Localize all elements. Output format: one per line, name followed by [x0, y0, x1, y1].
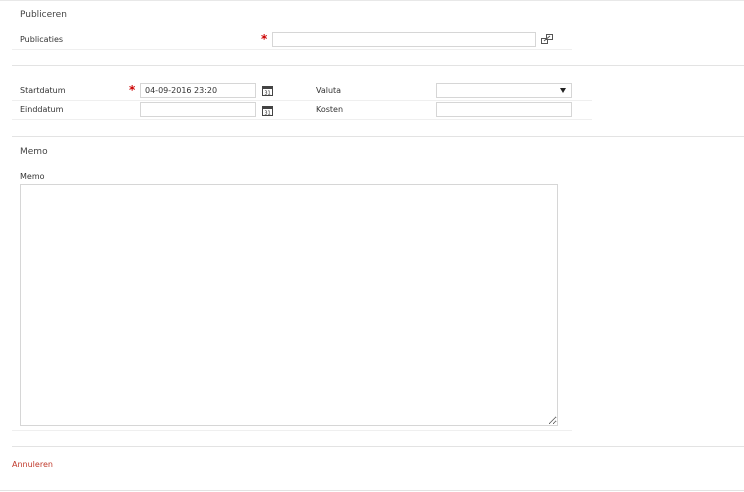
memo-textarea[interactable]	[20, 184, 558, 426]
end-date-label: Einddatum	[20, 105, 64, 114]
publications-row-divider	[12, 49, 572, 50]
publications-input[interactable]	[272, 32, 536, 47]
svg-text:31: 31	[264, 90, 270, 96]
chevron-down-icon	[560, 88, 566, 93]
start-date-input[interactable]	[140, 83, 256, 98]
cost-input[interactable]	[436, 102, 572, 117]
top-divider	[0, 0, 744, 1]
publications-label: Publicaties	[20, 35, 64, 44]
section-divider-2	[12, 136, 744, 137]
memo-section-title: Memo	[20, 147, 48, 157]
start-date-required-mark: *	[129, 83, 136, 97]
end-date-input[interactable]	[140, 102, 256, 117]
currency-label: Valuta	[316, 86, 342, 95]
end-row-divider	[12, 119, 592, 120]
expand-icon[interactable]	[540, 33, 554, 45]
bottom-divider	[0, 490, 744, 491]
cancel-link[interactable]: Annuleren	[12, 460, 53, 469]
calendar-icon[interactable]: 31	[262, 85, 273, 96]
calendar-icon[interactable]: 31	[262, 105, 273, 116]
publications-required-mark: *	[261, 32, 268, 46]
memo-row-divider	[12, 430, 572, 431]
start-date-label: Startdatum	[20, 86, 66, 95]
section-divider-1	[12, 65, 744, 66]
svg-text:31: 31	[264, 110, 270, 116]
section-divider-3	[12, 446, 744, 447]
publish-section-title: Publiceren	[20, 10, 67, 20]
start-row-divider	[12, 100, 592, 101]
memo-label: Memo	[20, 172, 45, 181]
currency-select[interactable]	[436, 83, 572, 98]
cost-label: Kosten	[316, 105, 344, 114]
